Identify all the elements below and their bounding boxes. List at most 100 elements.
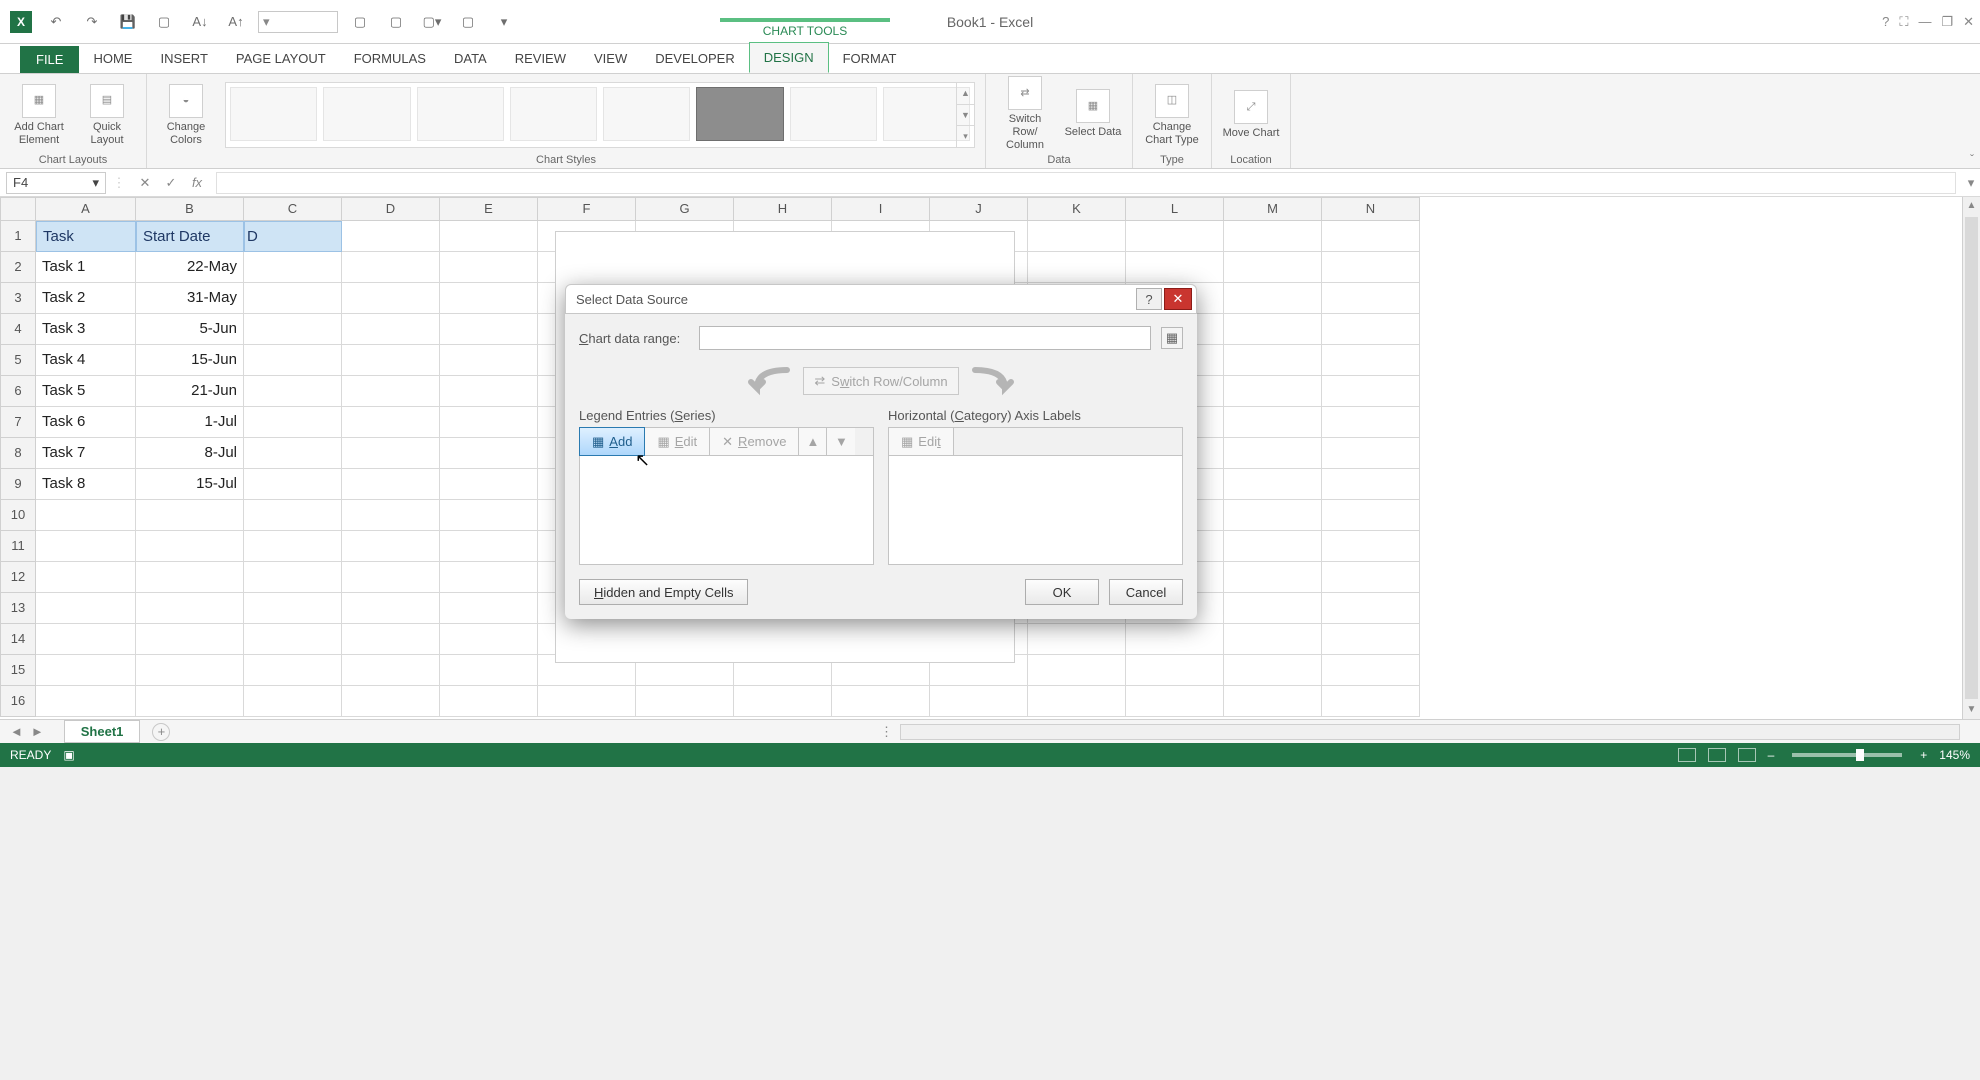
select-all-corner[interactable] <box>0 197 36 221</box>
cell[interactable] <box>342 531 440 562</box>
col-header[interactable]: D <box>342 197 440 221</box>
cell[interactable] <box>440 593 538 624</box>
col-header[interactable]: F <box>538 197 636 221</box>
cell[interactable] <box>244 531 342 562</box>
hidden-empty-cells-button[interactable]: Hidden and Empty Cells <box>579 579 748 605</box>
zoom-out-icon[interactable]: – <box>1768 748 1775 762</box>
col-header[interactable]: M <box>1224 197 1322 221</box>
enter-formula-icon[interactable]: ✓ <box>158 175 184 191</box>
tab-view[interactable]: VIEW <box>580 44 641 73</box>
cell[interactable] <box>1224 221 1322 252</box>
cell[interactable] <box>36 531 136 562</box>
row-header[interactable]: 8 <box>0 438 36 469</box>
cell[interactable] <box>1322 221 1420 252</box>
cell[interactable] <box>636 686 734 717</box>
undo-button[interactable]: ↶ <box>42 8 70 36</box>
cell[interactable] <box>1322 283 1420 314</box>
cell[interactable] <box>36 624 136 655</box>
tab-insert[interactable]: INSERT <box>146 44 221 73</box>
cell[interactable]: Task 2 <box>36 283 136 314</box>
tab-data[interactable]: DATA <box>440 44 501 73</box>
col-header[interactable]: I <box>832 197 930 221</box>
cell[interactable] <box>342 252 440 283</box>
cell[interactable] <box>1224 500 1322 531</box>
cell[interactable] <box>1224 283 1322 314</box>
cell[interactable] <box>136 593 244 624</box>
cell[interactable]: 5-Jun <box>136 314 244 345</box>
cell[interactable] <box>440 686 538 717</box>
chart-style-thumb[interactable] <box>790 87 877 141</box>
axis-labels-listbox[interactable] <box>888 455 1183 565</box>
cell[interactable] <box>440 252 538 283</box>
sheet-tab-active[interactable]: Sheet1 <box>64 720 141 743</box>
tab-page-layout[interactable]: PAGE LAYOUT <box>222 44 340 73</box>
font-shrink-button[interactable]: A↓ <box>186 8 214 36</box>
macro-record-icon[interactable]: ▣ <box>63 748 74 762</box>
row-header[interactable]: 4 <box>0 314 36 345</box>
cell[interactable] <box>440 531 538 562</box>
add-chart-element-button[interactable]: ▦ Add Chart Element <box>10 84 68 147</box>
cell[interactable] <box>244 562 342 593</box>
col-header[interactable]: L <box>1126 197 1224 221</box>
file-tab[interactable]: FILE <box>20 46 79 73</box>
minimize-icon[interactable]: — <box>1918 14 1931 29</box>
dialog-close-button[interactable]: ✕ <box>1164 288 1192 310</box>
tab-review[interactable]: REVIEW <box>501 44 580 73</box>
qat-extra-4[interactable]: ▢ <box>454 8 482 36</box>
chart-styles-gallery[interactable]: ▲ ▼ ▾ <box>225 82 975 148</box>
cell[interactable] <box>136 686 244 717</box>
cell[interactable] <box>1224 686 1322 717</box>
cell[interactable] <box>244 593 342 624</box>
cell[interactable] <box>244 624 342 655</box>
cell[interactable] <box>342 500 440 531</box>
tab-formulas[interactable]: FORMULAS <box>340 44 440 73</box>
select-data-button[interactable]: ▦ Select Data <box>1064 89 1122 139</box>
cell[interactable] <box>244 655 342 686</box>
cell[interactable] <box>244 438 342 469</box>
cancel-button[interactable]: Cancel <box>1109 579 1183 605</box>
cell[interactable] <box>342 562 440 593</box>
cell[interactable] <box>538 686 636 717</box>
cell[interactable] <box>342 345 440 376</box>
chart-style-thumb[interactable] <box>323 87 410 141</box>
cell[interactable] <box>1224 345 1322 376</box>
chart-style-thumb[interactable] <box>230 87 317 141</box>
cell[interactable]: Task 7 <box>36 438 136 469</box>
close-icon[interactable]: ✕ <box>1963 14 1974 30</box>
cell[interactable]: Task 4 <box>36 345 136 376</box>
zoom-slider[interactable] <box>1792 753 1902 757</box>
gallery-expand[interactable]: ▾ <box>957 126 974 147</box>
cell[interactable] <box>1322 438 1420 469</box>
cell[interactable] <box>244 314 342 345</box>
cell[interactable] <box>136 500 244 531</box>
cell[interactable] <box>1322 686 1420 717</box>
tab-developer[interactable]: DEVELOPER <box>641 44 748 73</box>
fullscreen-icon[interactable]: ⛶ <box>1899 14 1908 30</box>
cell[interactable] <box>342 438 440 469</box>
save-button[interactable]: 💾 <box>114 8 142 36</box>
row-header[interactable]: 10 <box>0 500 36 531</box>
col-header[interactable]: B <box>136 197 244 221</box>
cell[interactable] <box>1322 655 1420 686</box>
cell[interactable] <box>1126 655 1224 686</box>
name-box[interactable]: F4▾ <box>6 172 106 194</box>
cell[interactable] <box>1028 624 1126 655</box>
tab-design[interactable]: DESIGN <box>749 42 829 73</box>
cell[interactable] <box>36 500 136 531</box>
cell[interactable] <box>1028 221 1126 252</box>
col-header[interactable]: K <box>1028 197 1126 221</box>
chart-style-thumb[interactable] <box>603 87 690 141</box>
cell[interactable] <box>1322 345 1420 376</box>
cell[interactable] <box>1224 562 1322 593</box>
view-page-layout-icon[interactable] <box>1708 748 1726 762</box>
cell[interactable] <box>136 655 244 686</box>
col-header[interactable]: G <box>636 197 734 221</box>
qat-extra-2[interactable]: ▢ <box>382 8 410 36</box>
gallery-scroll-down[interactable]: ▼ <box>957 105 974 127</box>
cell[interactable] <box>1224 252 1322 283</box>
col-header[interactable]: J <box>930 197 1028 221</box>
scroll-thumb[interactable] <box>1965 217 1978 699</box>
name-box-dropdown-icon[interactable]: ▾ <box>92 175 99 191</box>
cell[interactable]: Start Date <box>136 221 244 252</box>
cell[interactable]: 8-Jul <box>136 438 244 469</box>
